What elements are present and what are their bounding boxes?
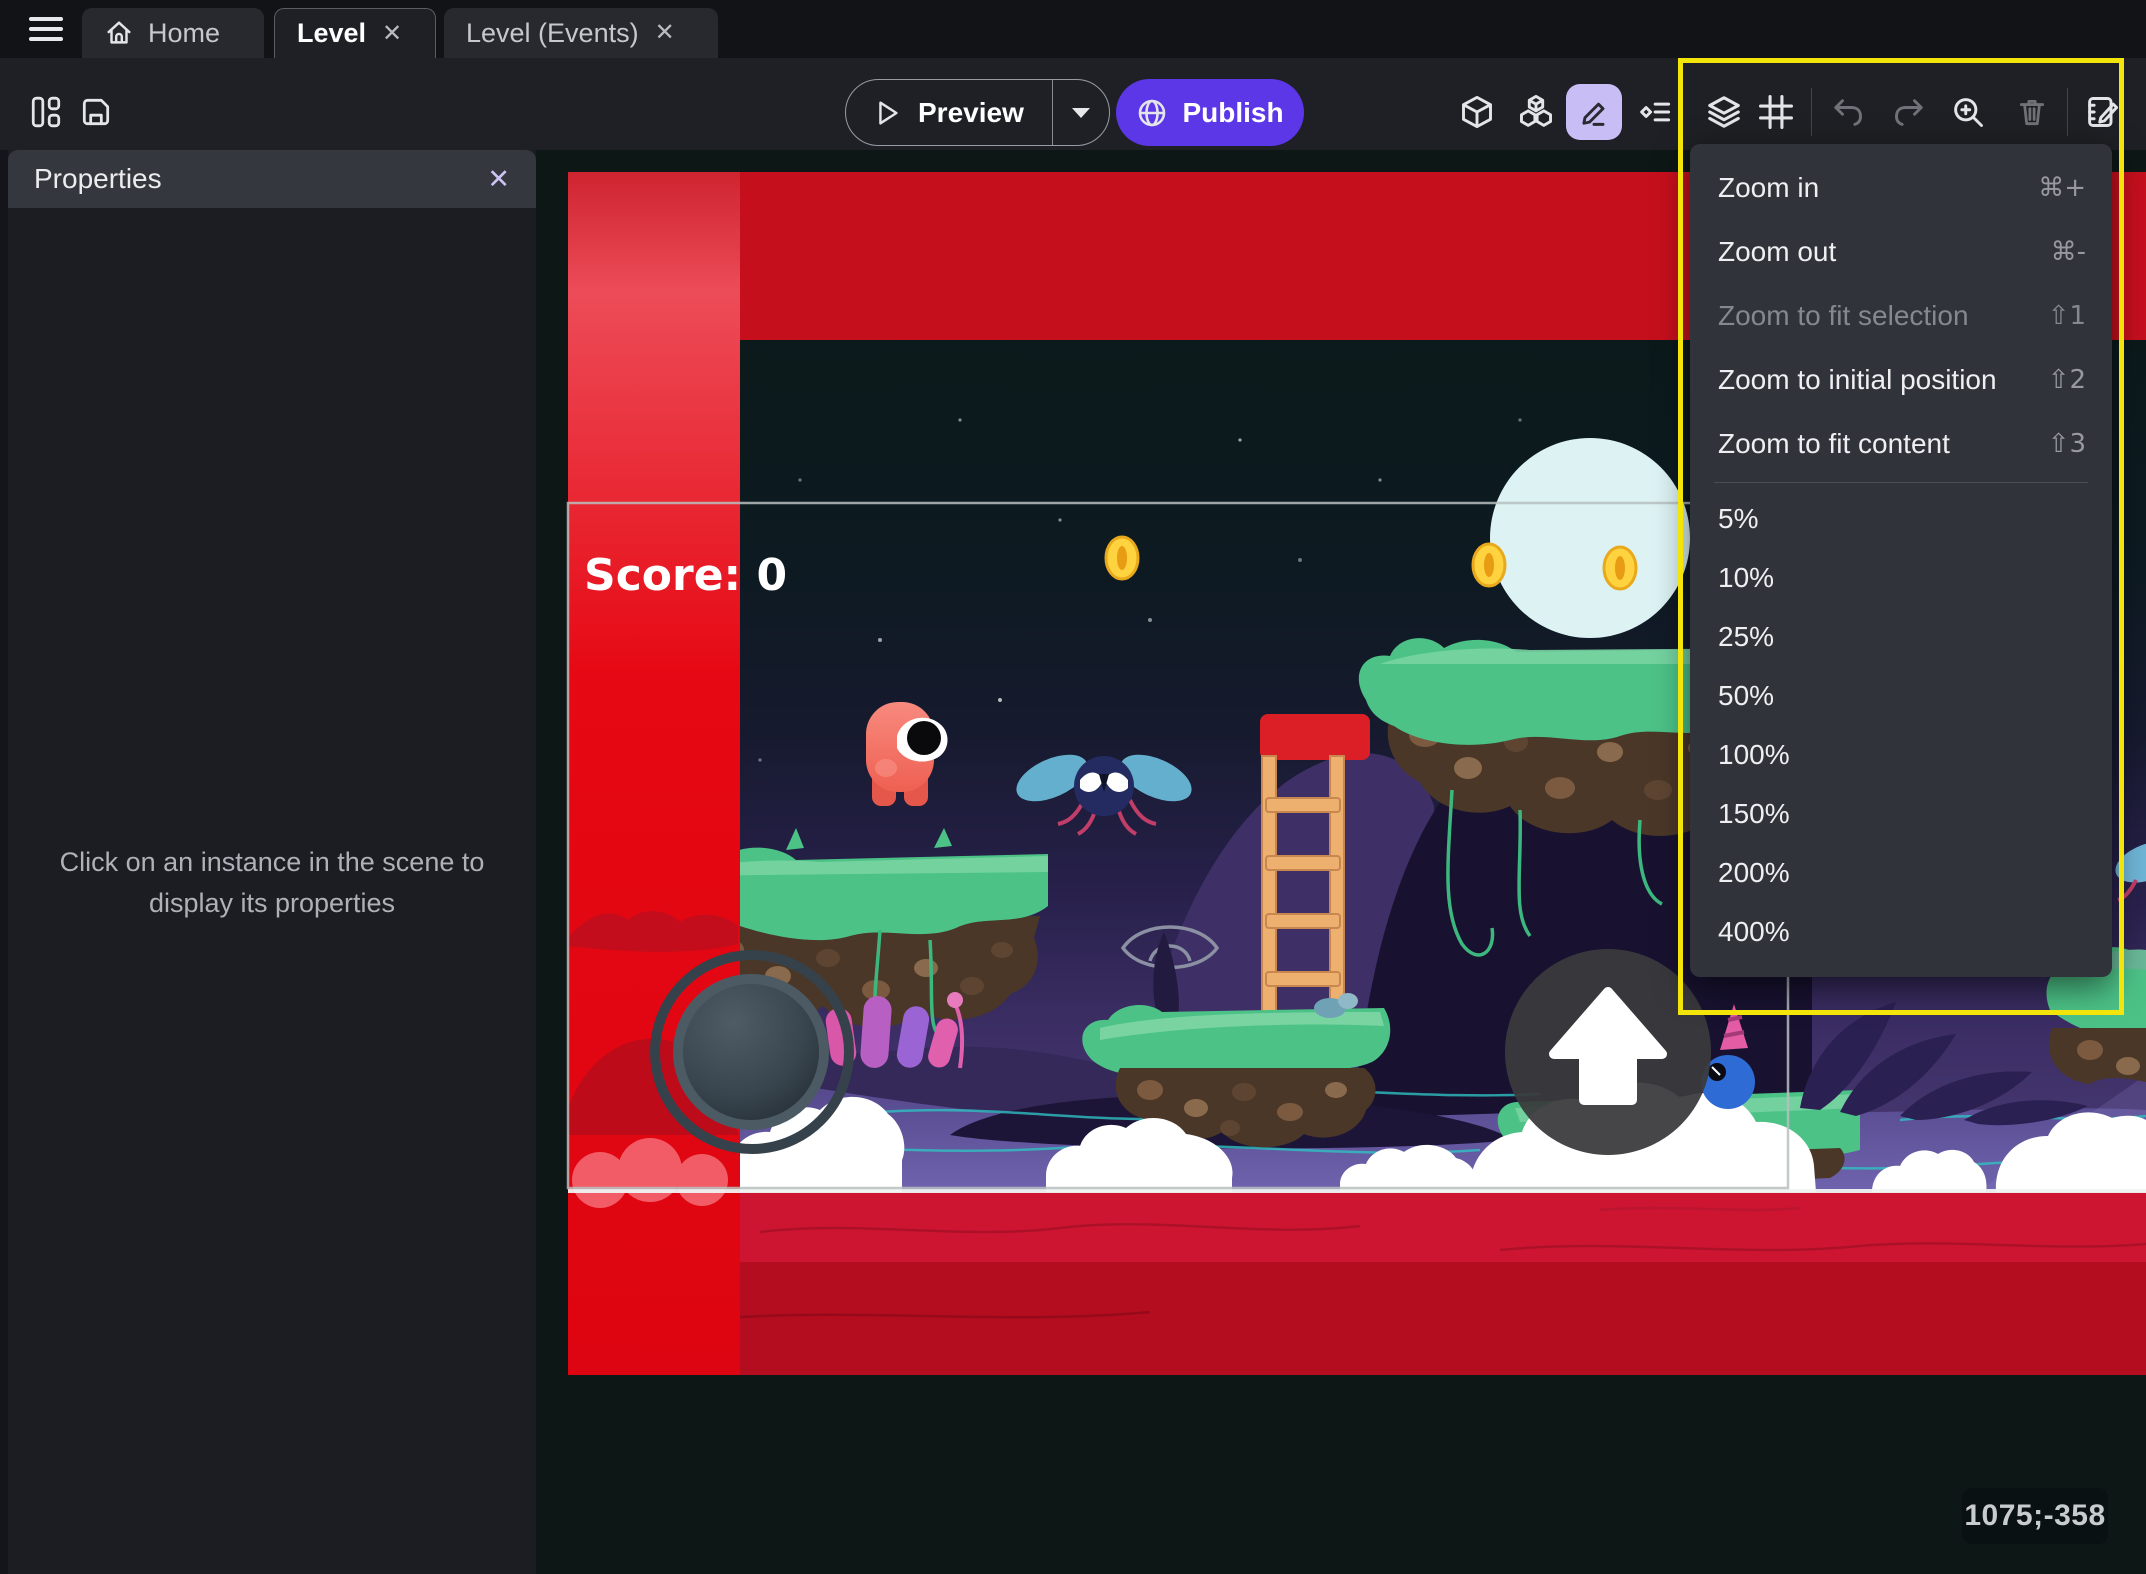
menu-item-zoom-100[interactable]: 100%: [1690, 725, 2112, 784]
layers-button[interactable]: [1700, 88, 1748, 136]
menu-item-zoom-200[interactable]: 200%: [1690, 843, 2112, 902]
menu-item-zoom-50[interactable]: 50%: [1690, 666, 2112, 725]
chevron-down-icon: [1071, 107, 1090, 118]
tab-home[interactable]: Home: [82, 8, 264, 58]
menu-item-zoom-400[interactable]: 400%: [1690, 902, 2112, 961]
shortcut-label: ⇧1: [2047, 301, 2086, 331]
redo-icon: [1895, 99, 1923, 126]
main-menu-button[interactable]: [16, 7, 76, 51]
toolbar-separator: [1811, 88, 1812, 136]
shortcut-label: ⇧3: [2047, 429, 2086, 459]
close-icon[interactable]: ✕: [653, 19, 677, 47]
close-icon[interactable]: ✕: [380, 20, 404, 48]
properties-empty-message: Click on an instance in the scene to dis…: [59, 847, 485, 918]
save-button[interactable]: [72, 88, 120, 136]
save-icon: [82, 98, 110, 126]
menu-item-zoom-in[interactable]: Zoom in ⌘+: [1690, 156, 2112, 220]
trash-icon: [2019, 99, 2045, 126]
layers-icon: [1708, 96, 1740, 128]
tab-label: Level: [297, 18, 367, 48]
tab-level[interactable]: Level ✕: [274, 8, 436, 58]
close-icon[interactable]: ✕: [487, 165, 510, 193]
menu-item-zoom-initial-position[interactable]: Zoom to initial position ⇧2: [1690, 348, 2112, 412]
menu-item-zoom-5[interactable]: 5%: [1690, 489, 2112, 548]
joystick-instance[interactable]: [650, 950, 854, 1154]
globe-icon: [1139, 99, 1166, 126]
redo-button[interactable]: [1886, 88, 1934, 136]
instances-list-icon: [1640, 102, 1671, 122]
toolbar-separator: [2067, 88, 2068, 136]
publish-label: Publish: [1182, 96, 1284, 128]
grid-icon: [1759, 95, 1793, 129]
objects-list-button[interactable]: [1512, 88, 1560, 136]
ground-line: [568, 1189, 2146, 1193]
panel-title: Properties: [34, 163, 162, 194]
home-icon: [107, 21, 131, 44]
tab-label: Level (Events): [466, 17, 639, 48]
shortcut-label: ⌘-: [2050, 237, 2086, 267]
edit-scene-properties-button[interactable]: [2078, 88, 2126, 136]
objects-3d-button[interactable]: [1453, 88, 1501, 136]
instances-list-button[interactable]: [1630, 88, 1678, 136]
tab-label: Home: [148, 17, 221, 48]
menu-item-zoom-150[interactable]: 150%: [1690, 784, 2112, 843]
play-icon: [879, 100, 898, 125]
menu-item-zoom-25[interactable]: 25%: [1690, 607, 2112, 666]
properties-panel: Properties ✕ Click on an instance in the…: [8, 150, 536, 1574]
menu-item-zoom-fit-content[interactable]: Zoom to fit content ⇧3: [1690, 412, 2112, 476]
menu-divider: [1714, 482, 2088, 483]
cube-icon: [1462, 95, 1492, 129]
delete-button[interactable]: [2008, 88, 2056, 136]
undo-icon: [1834, 99, 1862, 126]
grid-button[interactable]: [1752, 88, 1800, 136]
shortcut-label: ⇧2: [2047, 365, 2086, 395]
hamburger-icon: [29, 17, 63, 21]
menu-item-zoom-10[interactable]: 10%: [1690, 548, 2112, 607]
app-window: Home Level ✕ Level (Events) ✕ Preview Pu…: [0, 0, 2146, 1574]
publish-button[interactable]: Publish: [1116, 79, 1304, 146]
score-text-instance[interactable]: Score: 0: [584, 550, 787, 601]
menu-item-zoom-fit-selection: Zoom to fit selection ⇧1: [1718, 300, 2086, 331]
properties-panel-header: Properties ✕: [8, 150, 536, 208]
open-panels-button[interactable]: [22, 88, 70, 136]
shortcut-label: ⌘+: [2038, 173, 2086, 203]
zoom-button[interactable]: [1944, 88, 1992, 136]
tab-bar: Home Level ✕ Level (Events) ✕: [0, 0, 2146, 58]
edit-tool-button-active[interactable]: [1566, 84, 1622, 140]
zoom-dropdown-menu: Zoom in ⌘+ Zoom out ⌘- Zoom to fit selec…: [1690, 144, 2112, 977]
preview-label: Preview: [918, 96, 1024, 128]
menu-item-zoom-out[interactable]: Zoom out ⌘-: [1690, 220, 2112, 284]
jump-button-instance[interactable]: [1505, 949, 1711, 1155]
preview-options-button[interactable]: [1053, 80, 1109, 145]
red-ground-dark: [568, 1262, 2146, 1375]
cursor-coordinates-badge: 1075;-358: [1962, 1488, 2108, 1544]
tab-level-events[interactable]: Level (Events) ✕: [444, 8, 718, 58]
panel-layout-icon: [31, 96, 61, 128]
stacked-cubes-icon: [1520, 94, 1552, 127]
preview-button[interactable]: Preview: [845, 79, 1110, 146]
undo-button[interactable]: [1823, 88, 1871, 136]
notebook-edit-icon: [2088, 97, 2119, 127]
moon-instance[interactable]: [1490, 438, 1690, 638]
zoom-in-icon: [1954, 98, 1983, 127]
pencil-icon: [1582, 102, 1605, 126]
